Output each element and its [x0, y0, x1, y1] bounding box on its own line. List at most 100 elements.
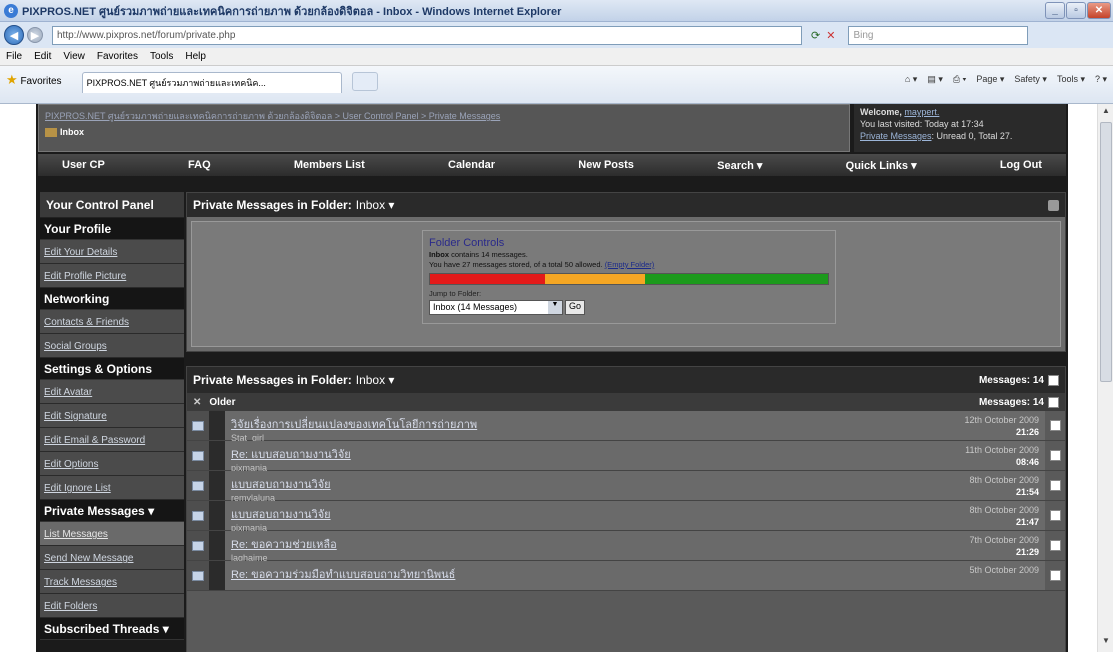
folder-controls-title: Folder Controls — [429, 237, 505, 249]
group-header: ✕ Older Messages: 14 — [187, 393, 1065, 411]
nav-search[interactable]: Search ▾ — [717, 159, 762, 172]
minimize-button[interactable]: _ — [1045, 2, 1065, 19]
message-subject[interactable]: แบบสอบถามงานวิจัย — [231, 505, 1039, 523]
folder-controls: Folder Controls Inbox contains 14 messag… — [422, 230, 836, 324]
message-checkbox[interactable] — [1049, 510, 1061, 521]
message-row: Re: ขอความร่วมมือทำแบบสอบถามวิทยานิพนธ์ … — [187, 561, 1065, 591]
vertical-scrollbar[interactable]: ▲ ▼ — [1097, 104, 1113, 652]
folder-box-header: Private Messages in Folder: Inbox ▾ — [187, 193, 1065, 217]
sidebar-item-contacts[interactable]: Contacts & Friends — [40, 310, 184, 334]
private-messages-link[interactable]: Private Messages — [860, 131, 932, 141]
breadcrumb-links[interactable]: PIXPROS.NET ศูนย์รวมภาพถ่ายและเทคนิคการถ… — [45, 109, 843, 123]
page-viewport: PIXPROS.NET ศูนย์รวมภาพถ่ายและเทคนิคการถ… — [0, 104, 1097, 652]
nav-members-list[interactable]: Members List — [294, 159, 365, 171]
message-checkbox[interactable] — [1049, 450, 1061, 461]
help-icon[interactable]: ? ▾ — [1095, 74, 1107, 85]
folder-box: Private Messages in Folder: Inbox ▾ Fold… — [186, 192, 1066, 352]
nav-faq[interactable]: FAQ — [188, 159, 211, 171]
message-status-icon — [187, 531, 209, 560]
nav-log-out[interactable]: Log Out — [1000, 159, 1042, 171]
nav-user-cp[interactable]: User CP — [62, 159, 105, 171]
menu-edit[interactable]: Edit — [34, 51, 51, 62]
scroll-up-icon[interactable]: ▲ — [1100, 106, 1112, 120]
ie-logo-icon: e — [4, 3, 18, 18]
window-controls: _ ▫ ✕ — [1045, 2, 1111, 19]
close-button[interactable]: ✕ — [1087, 2, 1111, 19]
message-subject[interactable]: แบบสอบถามงานวิจัย — [231, 475, 1039, 493]
back-button[interactable]: ◀ — [4, 25, 24, 45]
sidebar-item-edit-signature[interactable]: Edit Signature — [40, 404, 184, 428]
message-checkbox[interactable] — [1049, 570, 1061, 581]
print-icon[interactable]: ⎙ ▾ — [953, 74, 966, 85]
menu-help[interactable]: Help — [185, 51, 206, 62]
home-icon[interactable]: ⌂ ▾ — [905, 74, 917, 85]
favorites-bar: ★ Favorites PIXPROS.NET ศูนย์รวมภาพถ่ายแ… — [0, 66, 1113, 104]
message-row: แบบสอบถามงานวิจัย pixmania 8th October 2… — [187, 501, 1065, 533]
address-field[interactable]: http://www.pixpros.net/forum/private.php — [52, 25, 802, 45]
sidebar-item-social-groups[interactable]: Social Groups — [40, 334, 184, 358]
scrollbar-thumb[interactable] — [1100, 122, 1112, 382]
usage-bar-green — [644, 274, 828, 284]
menu-tools[interactable]: Tools — [150, 51, 173, 62]
select-all-checkbox[interactable] — [1048, 374, 1059, 386]
stop-icon[interactable]: ✕ — [826, 29, 835, 42]
sidebar-item-edit-email-password[interactable]: Edit Email & Password — [40, 428, 184, 452]
sidebar-item-edit-details[interactable]: Edit Your Details — [40, 240, 184, 264]
nav-new-posts[interactable]: New Posts — [578, 159, 634, 171]
menu-favorites[interactable]: Favorites — [97, 51, 138, 62]
maximize-button[interactable]: ▫ — [1066, 2, 1086, 19]
last-visited: You last visited: Today at 17:34 — [860, 119, 984, 129]
go-button[interactable]: Go — [565, 300, 586, 315]
safety-menu[interactable]: Safety ▾ — [1014, 74, 1047, 85]
jump-folder-select[interactable]: Inbox (14 Messages) ▼ — [429, 300, 563, 315]
message-row: Re: แบบสอบถามงานวิจัย pixmania 11th Octo… — [187, 441, 1065, 473]
tools-menu[interactable]: Tools ▾ — [1057, 74, 1085, 85]
message-checkbox[interactable] — [1049, 540, 1061, 551]
inbox-summary: Inbox contains 14 messages. — [429, 250, 528, 259]
message-status-icon — [187, 441, 209, 470]
section-your-profile[interactable]: Your Profile — [40, 218, 184, 240]
scroll-down-icon[interactable]: ▼ — [1100, 636, 1112, 650]
message-subject[interactable]: Re: ขอความร่วมมือทำแบบสอบถามวิทยานิพนธ์ — [231, 565, 1039, 583]
sidebar-item-send-new-message[interactable]: Send New Message — [40, 546, 184, 570]
section-private-messages[interactable]: Private Messages ▾ — [40, 500, 184, 522]
pm-status: : Unread 0, Total 27. — [931, 131, 1013, 141]
sidebar-item-edit-ignore-list[interactable]: Edit Ignore List — [40, 476, 184, 500]
feeds-icon[interactable]: ▤ ▾ — [927, 74, 943, 85]
search-input[interactable]: Bing — [848, 25, 1029, 45]
sidebar-item-list-messages[interactable]: List Messages — [40, 522, 184, 546]
page-menu[interactable]: Page ▾ — [976, 74, 1004, 85]
menu-view[interactable]: View — [63, 51, 85, 62]
new-tab-button[interactable] — [351, 72, 378, 91]
message-checkbox[interactable] — [1049, 480, 1061, 491]
menu-file[interactable]: File — [6, 51, 22, 62]
folder-dropdown[interactable]: Inbox ▾ — [356, 198, 395, 212]
section-subscribed-threads[interactable]: Subscribed Threads ▾ — [40, 618, 184, 640]
sidebar-item-track-messages[interactable]: Track Messages — [40, 570, 184, 594]
message-checkbox[interactable] — [1049, 420, 1061, 431]
forward-button[interactable]: ▶ — [27, 27, 43, 43]
select-group-checkbox[interactable] — [1048, 396, 1059, 408]
favorites-button[interactable]: ★ Favorites — [6, 72, 62, 88]
refresh-icon[interactable]: ⟳ — [811, 29, 820, 42]
control-panel-title: Your Control Panel — [40, 192, 184, 218]
sidebar-item-edit-avatar[interactable]: Edit Avatar — [40, 380, 184, 404]
message-count: Messages: 14 — [979, 374, 1059, 386]
sidebar-item-edit-profile-picture[interactable]: Edit Profile Picture — [40, 264, 184, 288]
empty-folder-link[interactable]: (Empty Folder) — [605, 260, 655, 269]
sidebar-item-edit-folders[interactable]: Edit Folders — [40, 594, 184, 618]
star-icon: ★ — [6, 72, 18, 87]
nav-calendar[interactable]: Calendar — [448, 159, 495, 171]
message-subject[interactable]: Re: ขอความช่วยเหลือ — [231, 535, 1039, 553]
collapse-icon[interactable] — [1048, 199, 1059, 211]
sidebar-item-edit-options[interactable]: Edit Options — [40, 452, 184, 476]
nav-quick-links[interactable]: Quick Links ▾ — [846, 159, 917, 172]
message-subject[interactable]: Re: แบบสอบถามงานวิจัย — [231, 445, 1039, 463]
message-subject[interactable]: วิจัยเรื่องการเปลี่ยนแปลงของเทคโนโลยีการ… — [231, 415, 1039, 433]
collapse-group-icon[interactable]: ✕ — [193, 397, 201, 408]
list-folder-dropdown[interactable]: Inbox ▾ — [356, 373, 395, 387]
message-datetime: 12th October 2009 21:26 — [964, 415, 1039, 437]
jump-label: Jump to Folder: — [429, 289, 482, 298]
username-link[interactable]: maypert. — [904, 107, 939, 117]
browser-tab[interactable]: PIXPROS.NET ศูนย์รวมภาพถ่ายและเทคนิค... — [81, 72, 342, 93]
